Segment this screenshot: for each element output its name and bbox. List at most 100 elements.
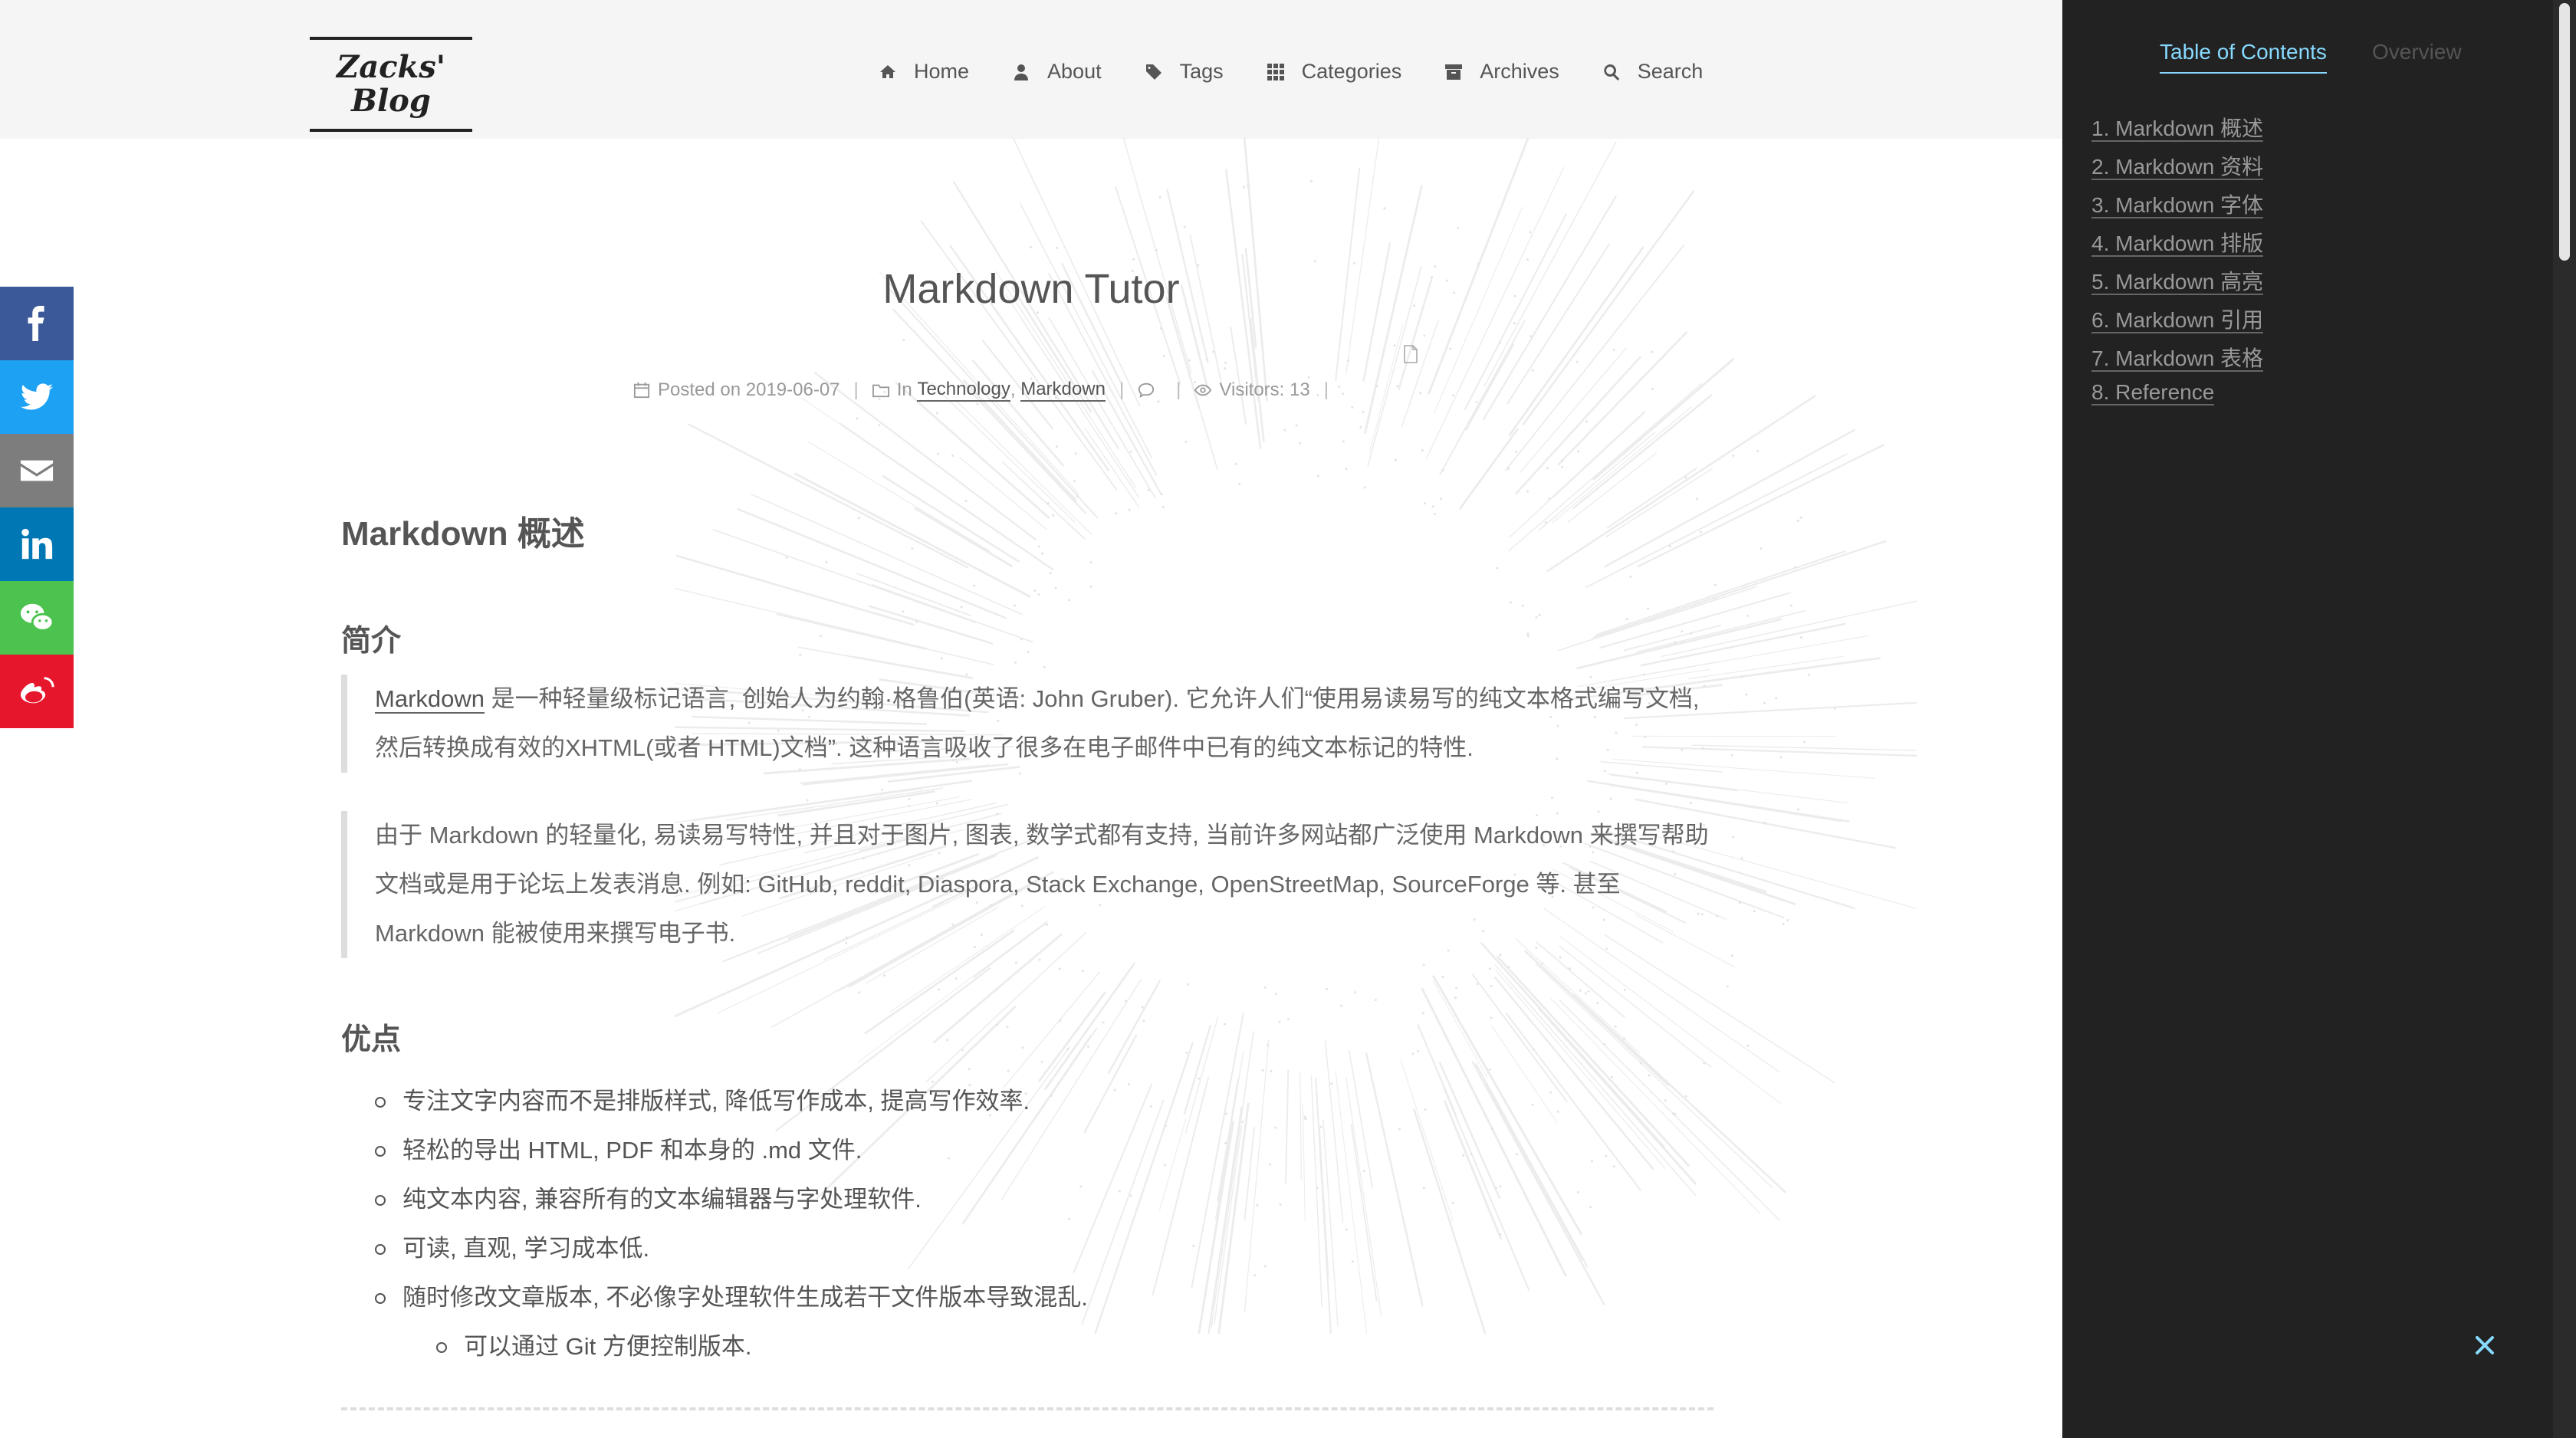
burst-dot [1647,607,1650,610]
burst-dot [1162,505,1165,508]
nav-search[interactable]: Search [1601,60,1703,84]
burst-dot [1513,322,1516,325]
burst-ray [1315,1078,1332,1334]
burst-dot [1353,991,1356,994]
burst-ray [1572,993,1787,1193]
site-logo[interactable]: Zacks' Blog [310,37,472,132]
burst-dot [1732,836,1735,839]
tab-table-of-contents[interactable]: Table of Contents [2160,40,2327,74]
burst-ray [1443,1100,1503,1240]
burst-ray [1299,1071,1303,1180]
wechat-icon [20,603,54,632]
markdown-link[interactable]: Markdown [375,685,485,714]
document-icon[interactable] [1403,345,1418,363]
category-markdown-link[interactable]: Markdown [1020,379,1106,402]
burst-dot [1665,782,1668,785]
burst-ray [892,308,1087,515]
burst-dot [1803,740,1806,744]
burst-dot [1049,572,1052,575]
burst-dot [1269,1163,1272,1166]
burst-dot [1129,450,1132,453]
burst-ray [1572,394,1713,510]
site-header: Zacks' Blog Home About Tags Categories A… [0,0,2062,139]
burst-dot [1352,262,1355,265]
burst-dot [1141,1006,1144,1009]
toc-item[interactable]: 8. Reference [2091,380,2263,419]
burst-dot [1325,987,1328,990]
burst-ray [1604,428,1856,568]
toc-item[interactable]: 4. Markdown 排版 [2091,227,2264,265]
comment-icon[interactable] [1138,382,1155,399]
burst-ray [1284,1069,1290,1185]
tab-overview[interactable]: Overview [2372,40,2462,72]
burst-ray [868,605,994,645]
nav-tags[interactable]: Tags [1143,60,1224,84]
share-email-button[interactable] [0,434,74,507]
burst-dot [1584,992,1587,995]
burst-dot [1602,1042,1605,1046]
toc-item[interactable]: 7. Markdown 表格 [2091,342,2264,380]
burst-dot [819,635,822,638]
burst-ray [1535,963,1773,1189]
nav-about[interactable]: About [1010,60,1102,84]
share-twitter-button[interactable] [0,360,74,434]
burst-dot [1423,334,1426,337]
toc-item[interactable]: 2. Markdown 资料 [2091,150,2264,189]
category-technology-link[interactable]: Technology [917,379,1010,402]
burst-dot [1745,693,1748,696]
burst-dot [1013,604,1016,607]
share-linkedin-button[interactable] [0,507,74,581]
burst-dot [785,556,788,560]
burst-dot [1625,618,1628,621]
burst-dot [1149,1105,1152,1108]
burst-dot [1451,1201,1454,1204]
burst-dot [1760,547,1763,550]
burst-dot [1362,1169,1365,1172]
nav-home[interactable]: Home [877,60,969,84]
burst-dot [1521,604,1524,607]
burst-dot [1089,585,1092,588]
toc-item[interactable]: 5. Markdown 高亮 [2091,265,2264,304]
burst-dot [1651,350,1654,353]
burst-dot [825,560,828,563]
toc-item[interactable]: 3. Markdown 字体 [2091,189,2264,227]
close-sidebar-icon[interactable] [2473,1334,2496,1357]
burst-dot [1515,1153,1518,1156]
burst-dot [1730,753,1733,757]
burst-dot [1319,1125,1322,1128]
burst-dot [1510,601,1513,604]
burst-dot [1775,697,1778,700]
burst-dot [1383,207,1386,210]
nav-categories[interactable]: Categories [1265,60,1401,84]
scrollbar-thumb[interactable] [2559,3,2570,261]
toc-item[interactable]: 1. Markdown 概述 [2091,112,2264,150]
burst-dot [940,657,943,660]
burst-dot [1158,195,1162,199]
share-wechat-button[interactable] [0,581,74,655]
burst-ray [1350,1123,1378,1302]
burst-ray [1549,997,1761,1214]
burst-dot [1020,638,1023,641]
burst-ray [1400,1059,1454,1221]
page-scrollbar[interactable] [2553,0,2576,1438]
burst-dot [1421,1012,1424,1015]
toc-sidebar: Table of Contents Overview 1. Markdown 概… [2062,0,2553,1438]
burst-dot [1030,245,1033,248]
burst-ray [1592,540,1887,639]
share-weibo-button[interactable] [0,655,74,728]
weibo-icon [20,677,54,704]
burst-dot [1561,459,1564,462]
burst-ray [1152,1076,1210,1296]
main-nav: Home About Tags Categories Archives Sear… [877,60,1703,84]
burst-dot [1038,545,1041,548]
burst-ray [1310,1075,1322,1307]
burst-dot [1162,354,1165,357]
burst-dot [1238,483,1241,486]
burst-dot [1129,1194,1132,1197]
burst-ray [675,587,928,649]
nav-archives[interactable]: Archives [1443,60,1559,84]
burst-dot [1732,454,1735,457]
nav-home-label: Home [914,60,970,83]
burst-dot [976,402,979,405]
toc-item[interactable]: 6. Markdown 引用 [2091,304,2264,342]
